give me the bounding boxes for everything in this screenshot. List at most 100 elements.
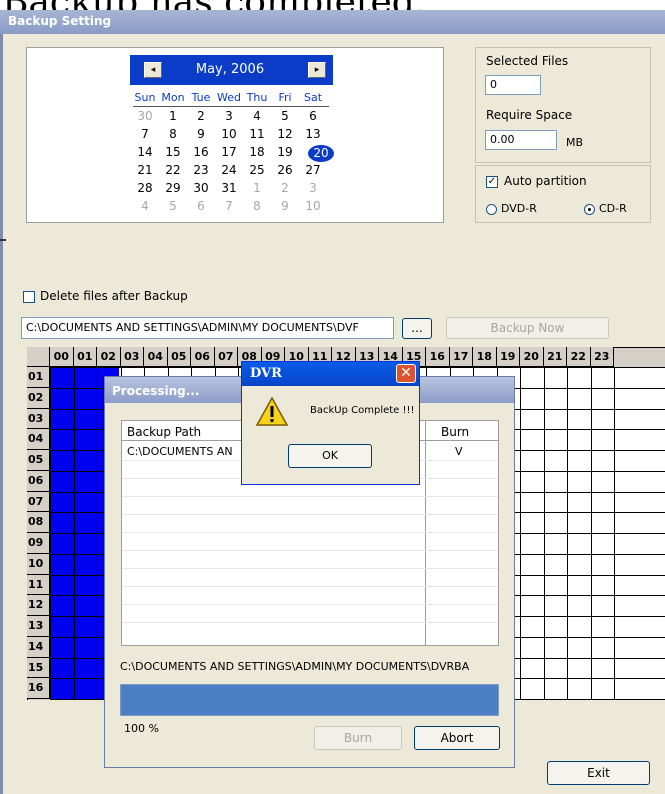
calendar-day[interactable]: 9 [189, 127, 213, 141]
grid-hour-header[interactable]: 22 [567, 347, 591, 367]
calendar-day[interactable]: 10 [217, 127, 241, 141]
calendar-day[interactable]: 4 [133, 199, 157, 213]
calendar-day[interactable]: 1 [245, 181, 269, 195]
grid-row-header[interactable]: 12 [27, 595, 50, 616]
calendar-day[interactable]: 30 [133, 109, 157, 123]
warning-icon [256, 397, 288, 426]
calendar-day[interactable]: 22 [161, 163, 185, 177]
calendar-day[interactable]: 13 [301, 127, 325, 141]
next-month-button[interactable]: ▸ [308, 62, 326, 78]
calendar-day[interactable]: 19 [273, 145, 297, 159]
calendar-day[interactable]: 16 [189, 145, 213, 159]
grid-hour-header[interactable]: 06 [191, 347, 215, 367]
grid-hour-header[interactable]: 04 [144, 347, 168, 367]
calendar-day[interactable]: 7 [133, 127, 157, 141]
calendar-day[interactable]: 14 [133, 145, 157, 159]
grid-row-header[interactable]: 13 [27, 616, 50, 637]
calendar-day[interactable]: 28 [133, 181, 157, 195]
calendar-day[interactable]: 11 [245, 127, 269, 141]
grid-hour-header[interactable]: 18 [473, 347, 497, 367]
dvd-r-radio[interactable] [486, 204, 497, 215]
grid-row-header[interactable]: 03 [27, 408, 50, 430]
dvr-close-button[interactable]: ✕ [396, 364, 416, 383]
calendar-day[interactable]: 17 [217, 145, 241, 159]
edge-marker [0, 239, 6, 241]
grid-hour-header[interactable]: 00 [50, 347, 74, 367]
grid-row-header[interactable]: 02 [27, 387, 50, 409]
calendar-day[interactable]: 8 [161, 127, 185, 141]
exit-button[interactable]: Exit [547, 761, 650, 785]
calendar-day[interactable]: 30 [189, 181, 213, 195]
require-space-field[interactable]: 0.00 [485, 130, 557, 150]
grid-row-header[interactable]: 05 [27, 450, 50, 471]
calendar-day[interactable]: 26 [273, 163, 297, 177]
require-space-label: Require Space [486, 108, 573, 122]
grid-hour-header[interactable]: 03 [120, 347, 144, 367]
grid-hour-header[interactable]: 07 [214, 347, 238, 367]
calendar-day[interactable]: 3 [217, 109, 241, 123]
calendar-day[interactable]: 10 [301, 199, 325, 213]
grid-row-header[interactable]: 07 [27, 491, 50, 513]
calendar-day[interactable]: 4 [245, 109, 269, 123]
grid-hour-header[interactable]: 20 [520, 347, 544, 367]
grid-row-header[interactable]: 08 [27, 512, 50, 533]
calendar-day[interactable]: 29 [161, 181, 185, 195]
calendar-day[interactable]: 21 [133, 163, 157, 177]
calendar-day[interactable]: 7 [217, 199, 241, 213]
prev-month-button[interactable]: ◂ [144, 62, 162, 78]
calendar-day[interactable]: 8 [245, 199, 269, 213]
dow-sun: Sun [134, 91, 156, 104]
list-item-path: C:\DOCUMENTS AN [127, 445, 233, 458]
dvr-title: DVR [250, 366, 282, 381]
delete-after-backup-checkbox[interactable] [23, 291, 35, 303]
calendar-day[interactable]: 6 [301, 109, 325, 123]
backup-now-button[interactable]: Backup Now [446, 317, 609, 339]
grid-hour-header[interactable]: 16 [426, 347, 450, 367]
window-title: Backup Setting [8, 14, 112, 28]
grid-hour-header[interactable]: 01 [73, 347, 97, 367]
grid-hour-header[interactable]: 17 [449, 347, 473, 367]
cd-r-radio[interactable] [584, 204, 595, 215]
calendar-day[interactable]: 6 [189, 199, 213, 213]
grid-hour-header[interactable]: 02 [97, 347, 121, 367]
progress-percent: 100 % [124, 722, 159, 735]
browse-button[interactable]: ... [402, 318, 432, 339]
grid-row-header[interactable]: 06 [27, 470, 50, 492]
calendar-day[interactable]: 5 [273, 109, 297, 123]
calendar-day[interactable]: 1 [161, 109, 185, 123]
calendar-day[interactable]: 31 [217, 181, 241, 195]
calendar-day[interactable]: 15 [161, 145, 185, 159]
calendar-day[interactable]: 2 [189, 109, 213, 123]
backup-path-field[interactable]: C:\DOCUMENTS AND SETTINGS\ADMIN\MY DOCUM… [21, 317, 394, 339]
calendar-day[interactable]: 23 [189, 163, 213, 177]
calendar-day[interactable]: 27 [301, 163, 325, 177]
calendar-day[interactable]: 9 [273, 199, 297, 213]
auto-partition-checkbox[interactable]: ✓ [486, 176, 498, 188]
dow-fri: Fri [278, 91, 292, 104]
grid-hour-header[interactable]: 21 [543, 347, 567, 367]
calendar-day[interactable]: 12 [273, 127, 297, 141]
auto-partition-label: Auto partition [504, 174, 587, 188]
grid-row-header[interactable]: 04 [27, 429, 50, 450]
burn-button[interactable]: Burn [314, 726, 402, 750]
abort-button[interactable]: Abort [414, 726, 500, 750]
selected-files-field[interactable]: 0 [485, 75, 541, 95]
calendar-day[interactable]: 5 [161, 199, 185, 213]
grid-row-header[interactable]: 16 [27, 678, 50, 699]
calendar-day[interactable]: 18 [245, 145, 269, 159]
calendar-day[interactable]: 3 [301, 181, 325, 195]
grid-hour-header[interactable]: 05 [167, 347, 191, 367]
ok-button[interactable]: OK [288, 444, 372, 468]
grid-row-header[interactable]: 14 [27, 636, 50, 658]
grid-row-header[interactable]: 01 [27, 367, 50, 388]
calendar-day[interactable]: 2 [273, 181, 297, 195]
calendar-day[interactable]: 24 [217, 163, 241, 177]
grid-hour-header[interactable]: 19 [496, 347, 520, 367]
grid-hour-header[interactable]: 23 [590, 347, 614, 367]
calendar-day[interactable]: 25 [245, 163, 269, 177]
grid-row-header[interactable]: 10 [27, 553, 50, 575]
grid-row-header[interactable]: 15 [27, 657, 50, 679]
grid-row-header[interactable]: 11 [27, 574, 50, 596]
grid-row-header[interactable]: 09 [27, 533, 50, 554]
calendar-day-selected[interactable]: 20 [308, 145, 334, 162]
